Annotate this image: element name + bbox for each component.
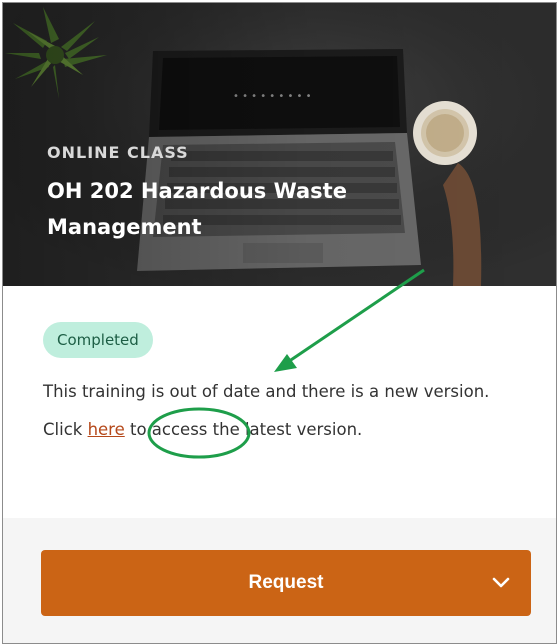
message-text-end: to access the latest version. xyxy=(124,420,363,439)
latest-version-link[interactable]: here xyxy=(88,420,125,439)
chevron-down-icon[interactable] xyxy=(491,574,511,596)
course-type-label: ONLINE CLASS xyxy=(47,143,189,162)
course-hero: • • • • • • • • • xyxy=(3,3,556,286)
status-badge: Completed xyxy=(43,322,153,358)
request-button[interactable]: Request xyxy=(41,550,531,616)
card-footer: Request xyxy=(3,518,556,643)
course-card: • • • • • • • • • xyxy=(2,2,557,644)
course-title: OH 202 Hazardous Waste Management xyxy=(47,179,347,239)
out-of-date-message: This training is out of date and there i… xyxy=(43,373,521,449)
request-button-label: Request xyxy=(248,572,324,593)
